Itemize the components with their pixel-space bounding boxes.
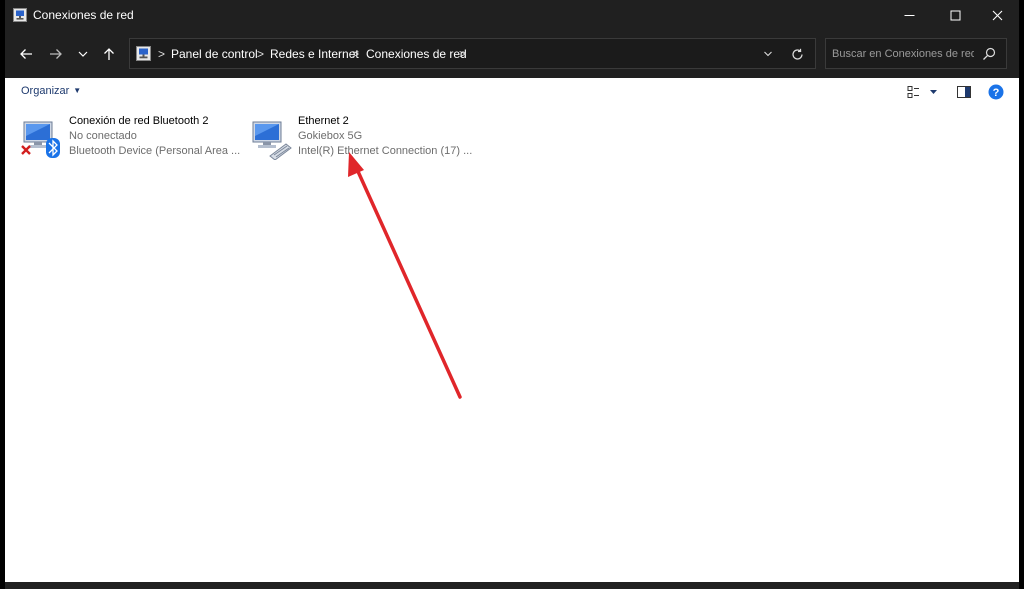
control-panel-icon xyxy=(136,46,151,61)
connection-name: Ethernet 2 xyxy=(298,115,349,127)
maximize-button[interactable] xyxy=(933,0,977,31)
connection-item-ethernet[interactable]: Ethernet 2 Gokiebox 5G Intel(R) Ethernet… xyxy=(248,112,478,164)
connection-name: Conexión de red Bluetooth 2 xyxy=(69,115,209,127)
recent-locations-button[interactable] xyxy=(70,41,96,67)
connection-details: Ethernet 2 Gokiebox 5G Intel(R) Ethernet… xyxy=(298,114,472,159)
bluetooth-icon xyxy=(46,138,60,158)
refresh-icon xyxy=(791,48,803,60)
preview-pane-button[interactable] xyxy=(955,83,973,101)
disconnected-x-icon xyxy=(21,145,31,155)
command-bar: Organizar ▼ ? xyxy=(5,78,1019,107)
network-connections-icon xyxy=(13,8,27,22)
organize-menu[interactable]: Organizar ▼ xyxy=(21,85,81,97)
refresh-button[interactable] xyxy=(786,44,808,64)
navigation-bar: > Panel de control > Redes e Internet > … xyxy=(5,31,1019,78)
connection-status: No conectado xyxy=(69,130,137,142)
chevron-down-icon xyxy=(78,51,88,57)
connection-item-bluetooth[interactable]: Conexión de red Bluetooth 2 No conectado… xyxy=(19,112,241,164)
search-input[interactable] xyxy=(832,45,974,63)
breadcrumb-control-panel[interactable]: Panel de control xyxy=(171,47,258,61)
preview-pane-icon xyxy=(957,86,971,98)
address-bar[interactable]: > Panel de control > Redes e Internet > … xyxy=(129,38,816,69)
arrow-right-icon xyxy=(50,49,62,59)
help-button[interactable]: ? xyxy=(987,83,1005,101)
connections-list: Conexión de red Bluetooth 2 No conectado… xyxy=(5,106,1019,582)
help-icon: ? xyxy=(988,84,1004,100)
address-history-button[interactable] xyxy=(758,45,778,63)
bluetooth-network-icon xyxy=(21,121,60,158)
connection-status: Gokiebox 5G xyxy=(298,130,363,142)
maximize-icon xyxy=(950,10,960,21)
close-button[interactable] xyxy=(975,0,1019,31)
breadcrumb-separator: > xyxy=(352,47,360,61)
connection-device: Intel(R) Ethernet Connection (17) ... xyxy=(298,145,473,157)
connection-device: Bluetooth Device (Personal Area ... xyxy=(69,145,241,157)
back-button[interactable] xyxy=(13,41,39,67)
connection-details: Conexión de red Bluetooth 2 No conectado… xyxy=(69,114,240,159)
explorer-window: Conexiones de red > Panel de control > R… xyxy=(5,0,1019,589)
search-icon[interactable] xyxy=(981,46,997,62)
breadcrumb-network-internet[interactable]: Redes e Internet xyxy=(270,47,359,61)
forward-button[interactable] xyxy=(43,41,69,67)
minimize-button[interactable] xyxy=(887,0,931,31)
title-bar: Conexiones de red xyxy=(5,0,1019,31)
breadcrumb-separator: > xyxy=(158,47,166,61)
breadcrumb-network-connections[interactable]: Conexiones de red xyxy=(366,47,467,61)
close-icon xyxy=(992,10,1002,21)
help-glyph: ? xyxy=(993,87,1000,99)
breadcrumb-separator: > xyxy=(257,47,265,61)
search-box[interactable] xyxy=(825,38,1007,69)
minimize-icon xyxy=(904,15,914,16)
status-bar xyxy=(5,582,1019,589)
up-button[interactable] xyxy=(96,41,122,67)
dropdown-arrow-icon: ▼ xyxy=(73,86,82,95)
window-title: Conexiones de red xyxy=(33,8,134,22)
organize-label: Organizar xyxy=(21,85,70,97)
ethernet-network-icon xyxy=(252,121,292,160)
arrow-left-icon xyxy=(20,49,32,59)
chevron-down-icon xyxy=(764,51,772,57)
view-options-icon xyxy=(907,86,937,98)
view-options-button[interactable] xyxy=(907,83,941,101)
arrow-up-icon xyxy=(104,48,114,60)
breadcrumb-separator: > xyxy=(459,47,467,61)
